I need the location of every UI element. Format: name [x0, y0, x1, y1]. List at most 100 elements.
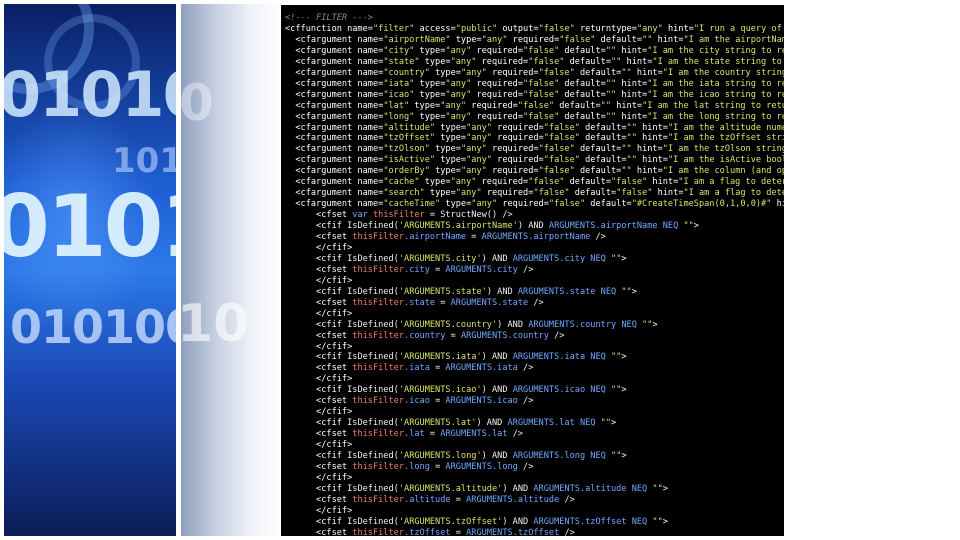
code-token: "cache"	[383, 177, 420, 188]
code-token: ""	[621, 144, 632, 155]
code-token: ARGUMENTS.tzOffset	[466, 527, 560, 536]
code-token: default=	[559, 45, 606, 56]
code-token: "altitude"	[383, 122, 436, 133]
code-token: <cfset	[285, 494, 353, 505]
code-line: <cfset thisFilter.icao = ARGUMENTS.icao …	[285, 396, 533, 407]
code-token: />	[517, 396, 534, 407]
code-token: IsDefined(	[347, 451, 399, 461]
code-token: <cfset	[285, 461, 353, 472]
code-token: default=	[564, 56, 611, 67]
code-token: required=	[471, 89, 524, 100]
code-token: "false"	[611, 177, 648, 188]
code-token: type=	[440, 199, 472, 210]
code-token: default=	[579, 122, 627, 133]
code-token: "any"	[455, 188, 482, 199]
code-token: ) AND	[502, 516, 534, 527]
code-token: .altitude NEQ	[579, 483, 653, 494]
code-line: <cfargument name="isActive" type="any" r…	[285, 155, 784, 166]
code-line: <cfif IsDefined('ARGUMENTS.long') AND AR…	[285, 451, 627, 462]
code-token: =	[429, 264, 446, 275]
code-token: >	[693, 221, 699, 232]
code-token: "I am the state string to r	[652, 56, 784, 67]
code-token: default=	[574, 67, 622, 78]
code-token: hint=	[621, 56, 653, 67]
code-token: </cfif>	[285, 407, 353, 418]
code-token: ) AND	[497, 319, 529, 330]
code-token: <cfargument name=	[285, 111, 384, 122]
code-token: ARGUMENTS	[512, 253, 560, 264]
code-token: required=	[491, 155, 544, 166]
code-token: required=	[466, 100, 518, 111]
code-token: ""	[642, 34, 653, 45]
code-token: thisFilter	[352, 363, 405, 374]
code-token: required=	[471, 111, 524, 122]
code-token: .airportName	[404, 232, 467, 242]
code-token: <cfset	[285, 527, 353, 536]
code-token: >	[662, 483, 668, 494]
code-token: ""	[611, 451, 622, 461]
code-line: <cfargument name="altitude" type="any" r…	[285, 123, 784, 134]
code-token: 'ARGUMENTS.country'	[398, 319, 498, 330]
code-token: IsDefined(	[347, 352, 399, 363]
code-token: 'ARGUMENTS.tzOffset'	[398, 516, 503, 527]
code-line: <cfargument name="lat" type="any" requir…	[285, 101, 784, 112]
code-token: "false"	[538, 23, 575, 34]
code-line: <cfset thisFilter.tzOffset = ARGUMENTS.t…	[285, 528, 575, 536]
code-token: "I am the lat string to retur	[642, 100, 784, 111]
code-line: <cfset thisFilter.iata = ARGUMENTS.iata …	[285, 363, 533, 374]
code-token: default=	[559, 89, 606, 100]
code-token: output=	[497, 23, 539, 34]
code-token: .long	[404, 461, 430, 472]
code-line: <cfargument name="airportName" type="any…	[285, 35, 784, 46]
code-token: ARGUMENTS.lat	[440, 429, 508, 440]
code-token: type=	[414, 78, 446, 89]
code-token: "any"	[466, 122, 492, 133]
code-token: />	[517, 461, 534, 472]
code-token: <cfargument name=	[285, 144, 384, 155]
code-token: "tzOlson"	[383, 144, 430, 155]
code-token: access=	[414, 23, 456, 34]
code-token: type=	[435, 133, 467, 144]
code-token: ""	[626, 155, 637, 166]
code-token: ARGUMENTS.iata	[445, 363, 518, 374]
code-token: hint=	[616, 111, 648, 122]
code-token: ""	[611, 385, 622, 396]
code-token: thisFilter	[352, 494, 405, 505]
code-token: <cfargument name=	[285, 45, 384, 56]
code-token: >	[621, 253, 627, 264]
code-token: ) AND	[502, 483, 534, 494]
code-token: "any"	[481, 34, 508, 45]
code-token: .tzOffset	[404, 527, 451, 536]
code-token: "any"	[450, 56, 477, 67]
code-token: 'ARGUMENTS.altitude'	[398, 483, 503, 494]
code-line: <cfargument name="icao" type="any" requi…	[285, 90, 784, 101]
code-token: 'ARGUMENTS.long'	[398, 451, 482, 461]
code-line: </cfif>	[285, 407, 352, 418]
code-editor[interactable]: <!--- FILTER ---> <cffunction name="filte…	[281, 5, 784, 536]
binary-digits: 010111	[4, 177, 176, 277]
code-token: ARGUMENTS.state	[450, 297, 529, 308]
code-token: required=	[486, 144, 539, 155]
code-token: ""	[621, 286, 632, 297]
code-token: =	[424, 429, 441, 440]
code-token: "I am the altitude numer	[667, 122, 784, 133]
code-line: <cfif IsDefined('ARGUMENTS.airportName')…	[285, 221, 699, 232]
code-token: "I am the country string	[662, 67, 784, 78]
code-line: <cfif IsDefined('ARGUMENTS.city') AND AR…	[285, 254, 627, 265]
code-token: "false"	[548, 199, 586, 210]
code-token: = StructNew() />	[424, 210, 513, 221]
code-token: hint=	[616, 89, 648, 100]
code-token: <cfif	[285, 451, 348, 461]
code-token: ""	[626, 122, 637, 133]
code-token: "false"	[538, 67, 575, 78]
code-token: ""	[605, 45, 617, 56]
code-token: "icao"	[383, 89, 415, 100]
code-token: .long NEQ	[559, 451, 612, 461]
code-token: required=	[497, 199, 549, 210]
code-token: required=	[471, 78, 524, 89]
code-token: type=	[414, 89, 446, 100]
code-token: "I run a query of a	[693, 23, 784, 34]
code-token: thisFilter	[352, 396, 405, 407]
code-token: <cfset	[285, 297, 353, 308]
code-token: required=	[486, 166, 539, 177]
